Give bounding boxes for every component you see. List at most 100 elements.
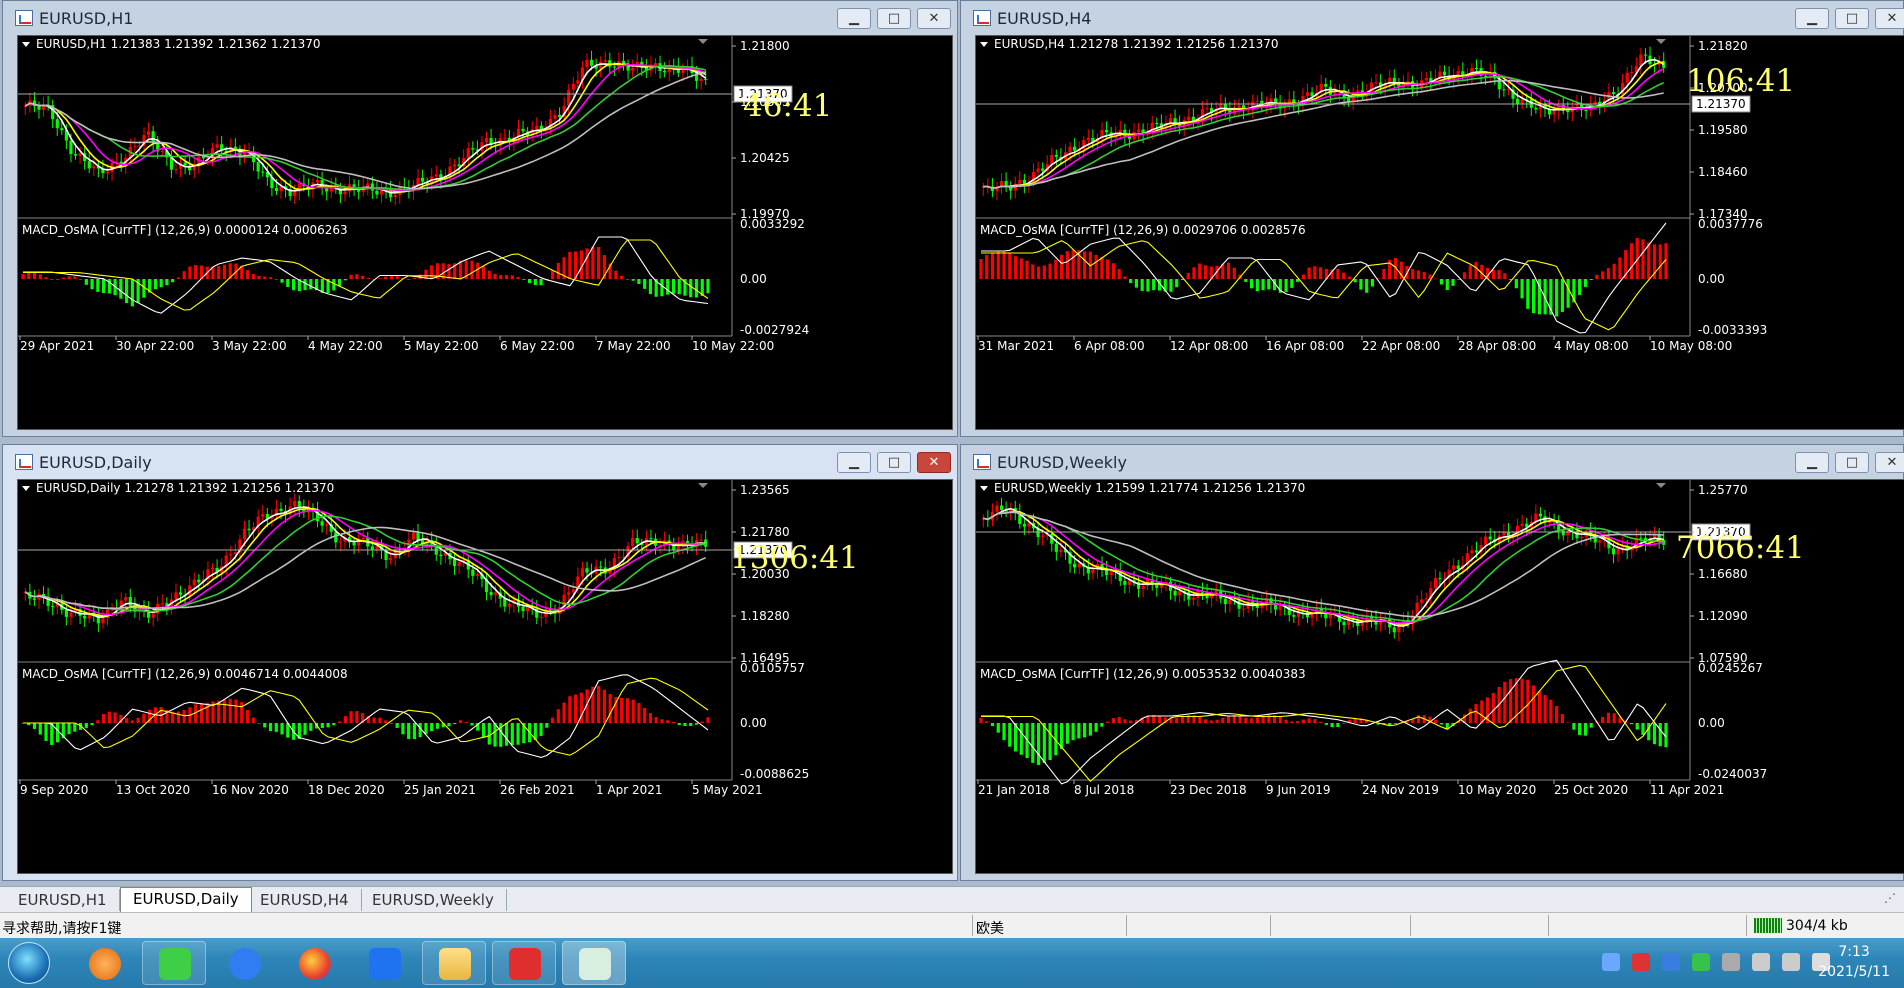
candle-body xyxy=(1392,627,1396,633)
macd-histogram-bar xyxy=(1198,717,1202,723)
tab-eurusd-weekly[interactable]: EURUSD,Weekly xyxy=(360,889,507,911)
macd-histogram-bar xyxy=(268,723,273,732)
taskbar-app-metatrader[interactable] xyxy=(562,941,626,985)
maximize-button[interactable]: □ xyxy=(1835,452,1869,473)
close-button[interactable]: ✕ xyxy=(917,8,951,29)
tab-eurusd-daily[interactable]: EURUSD,Daily xyxy=(120,887,252,913)
close-button[interactable]: ✕ xyxy=(917,452,951,473)
candle-body xyxy=(1639,537,1643,539)
macd-histogram-bar xyxy=(274,723,278,732)
macd-histogram-bar xyxy=(274,279,278,280)
taskbar-app-wps[interactable] xyxy=(492,941,556,985)
macd-histogram-bar xyxy=(671,279,676,294)
title-bar[interactable]: EURUSD,Weekly ▁ □ ✕ xyxy=(961,445,1904,479)
chart-window-weekly[interactable]: EURUSD,Weekly ▁ □ ✕ 1.21370 1.25770 1.2137… xyxy=(960,444,1904,881)
macd-histogram-bar xyxy=(643,279,647,289)
macd-histogram-bar xyxy=(372,717,376,723)
tab-eurusd-h4[interactable]: EURUSD,H4 xyxy=(248,889,362,911)
macd-histogram-bar xyxy=(165,279,169,286)
macd-histogram-bar xyxy=(1612,713,1616,723)
tray-icon-wps[interactable] xyxy=(1632,953,1650,971)
tray-icon-1[interactable] xyxy=(1602,953,1620,971)
macd-histogram-bar xyxy=(119,279,123,299)
shift-marker-icon xyxy=(1656,39,1666,44)
time-axis-label: 5 May 22:00 xyxy=(404,339,479,353)
macd-histogram-bar xyxy=(591,246,595,279)
tray-icon-volume[interactable] xyxy=(1752,953,1770,971)
macd-histogram-bar xyxy=(694,279,699,298)
candle-body xyxy=(1041,535,1045,538)
taskbar-app-wechat[interactable] xyxy=(142,941,206,985)
candle-body xyxy=(589,59,594,66)
macd-histogram-bar xyxy=(1249,718,1254,723)
close-button[interactable]: ✕ xyxy=(1875,452,1904,473)
candle-body xyxy=(1155,122,1159,124)
macd-histogram-bar xyxy=(1083,251,1087,279)
tray-icon-wechat[interactable] xyxy=(1692,953,1710,971)
time-axis-label: 13 Oct 2020 xyxy=(116,783,190,797)
candle-body xyxy=(128,597,132,606)
current-price-label: 1.21370 xyxy=(1696,97,1746,111)
minimize-button[interactable]: ▁ xyxy=(837,8,871,29)
minimize-button[interactable]: ▁ xyxy=(1795,8,1829,29)
price-chart[interactable]: 1.21370 1.23565 1.21780 1.20030 1.18280 1.164… xyxy=(17,479,953,874)
macd-histogram-bar xyxy=(637,702,641,723)
macd-histogram-bar xyxy=(1054,259,1058,279)
macd-histogram-bar xyxy=(1578,723,1582,735)
title-bar[interactable]: EURUSD,Daily ▁ □ ✕ xyxy=(3,445,957,479)
price-chart[interactable]: 1.21370 1.25770 1.21370 1.16680 1.12090 1.075… xyxy=(975,479,1904,874)
minimize-button[interactable]: ▁ xyxy=(1795,452,1829,473)
candle-body xyxy=(274,188,279,191)
candle-body xyxy=(1310,92,1314,97)
macd-histogram-bar xyxy=(677,723,681,726)
macd-histogram-bar xyxy=(1100,723,1104,727)
macd-histogram-bar xyxy=(1083,723,1087,738)
minimize-button[interactable]: ▁ xyxy=(837,452,871,473)
collapse-arrow-icon xyxy=(22,42,30,47)
tray-icon-shield[interactable] xyxy=(1662,953,1680,971)
system-clock[interactable]: 7:13 2021/5/11 xyxy=(1818,942,1890,982)
macd-histogram-bar xyxy=(407,279,411,280)
chart-window-h1[interactable]: EURUSD,H1 ▁ □ ✕ 1.21370 1.21800 1.20885 1.2… xyxy=(2,0,958,437)
maximize-button[interactable]: □ xyxy=(877,8,911,29)
candle-body xyxy=(293,500,297,507)
candle-body xyxy=(599,566,603,568)
macd-histogram-bar xyxy=(979,718,983,723)
macd-histogram-bar xyxy=(1583,723,1588,736)
candle-body xyxy=(699,78,703,81)
candle-body xyxy=(1328,86,1332,95)
taskbar-app-firefox[interactable] xyxy=(282,941,346,985)
candle-body xyxy=(1584,109,1588,111)
candle-body xyxy=(1625,72,1629,83)
maximize-button[interactable]: □ xyxy=(877,452,911,473)
candle-body xyxy=(1246,110,1250,112)
macd-histogram-bar xyxy=(378,717,382,723)
maximize-button[interactable]: □ xyxy=(1835,8,1869,29)
start-button[interactable] xyxy=(8,942,50,984)
macd-histogram-bar xyxy=(1146,279,1150,292)
bar-countdown-timer: 1306:41 xyxy=(730,540,859,576)
candle-body xyxy=(192,579,196,586)
macd-histogram-bar xyxy=(1169,279,1173,292)
taskbar-app-browser[interactable] xyxy=(72,941,136,985)
tray-icon-network[interactable] xyxy=(1722,953,1740,971)
close-button[interactable]: ✕ xyxy=(1875,8,1904,29)
macd-histogram-bar xyxy=(1267,279,1271,290)
macd-histogram-bar xyxy=(1480,700,1484,723)
macd-histogram-bar xyxy=(245,710,250,723)
taskbar-app-feishu[interactable] xyxy=(212,941,276,985)
price-chart[interactable]: 1.21370 1.21820 1.20700 1.19580 1.18460 1.173… xyxy=(975,35,1904,430)
title-bar[interactable]: EURUSD,H1 ▁ □ ✕ xyxy=(3,1,957,35)
candle-body xyxy=(105,171,110,174)
macd-histogram-bar xyxy=(291,279,296,291)
tray-icon-power[interactable] xyxy=(1782,953,1800,971)
macd-histogram-bar xyxy=(1059,254,1064,279)
title-bar[interactable]: EURUSD,H4 ▁ □ ✕ xyxy=(961,1,1904,35)
chart-tab-bar: EURUSD,H1 EURUSD,Daily EURUSD,H4 EURUSD,… xyxy=(0,886,1904,913)
tab-eurusd-h1[interactable]: EURUSD,H1 xyxy=(6,889,120,911)
price-chart[interactable]: 1.21370 1.21800 1.20885 1.20425 1.19970 EURUS… xyxy=(17,35,953,430)
chart-window-h4[interactable]: EURUSD,H4 ▁ □ ✕ 1.21370 1.21820 1.20700 1.1… xyxy=(960,0,1904,437)
taskbar-app-meeting[interactable] xyxy=(352,941,416,985)
taskbar-app-explorer[interactable] xyxy=(422,941,486,985)
chart-window-daily[interactable]: EURUSD,Daily ▁ □ ✕ 1.21370 1.23565 1.21780… xyxy=(2,444,958,881)
